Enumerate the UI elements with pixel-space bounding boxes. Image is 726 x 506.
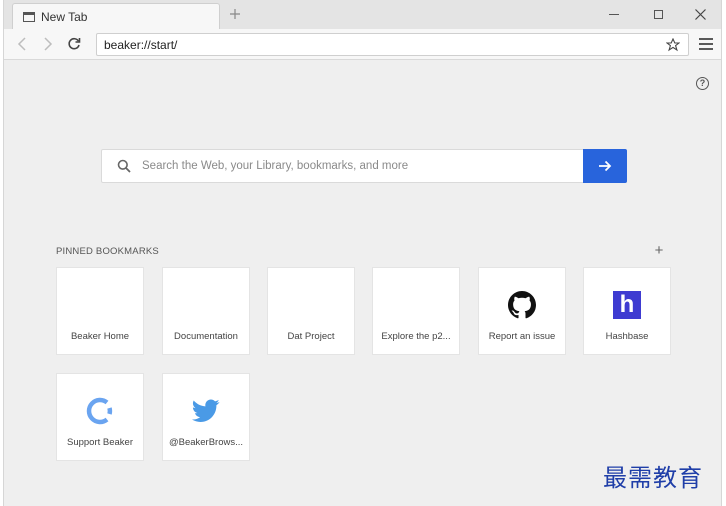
search-icon <box>106 149 142 183</box>
minimize-icon <box>609 13 619 15</box>
reload-icon <box>68 37 81 50</box>
reload-button[interactable] <box>63 33 85 55</box>
menu-button[interactable] <box>696 34 716 54</box>
maximize-icon <box>653 9 663 19</box>
pinned-bookmark-tile[interactable]: @BeakerBrows... <box>162 373 250 461</box>
add-pinned-bookmark-button[interactable]: + <box>652 242 666 259</box>
new-tab-button[interactable] <box>226 6 244 24</box>
chevron-right-icon <box>44 37 53 51</box>
pinned-bookmark-tile[interactable]: Report an issue <box>478 267 566 355</box>
hamburger-icon <box>699 38 713 50</box>
bookmark-button[interactable] <box>664 36 682 54</box>
star-icon <box>666 38 680 52</box>
bookmark-label: @BeakerBrows... <box>168 437 244 448</box>
hashbase-glyph: h <box>613 291 641 319</box>
arrow-right-icon <box>599 160 612 172</box>
pinned-bookmark-tile[interactable]: Explore the p2... <box>372 267 460 355</box>
start-search-bar <box>101 149 627 183</box>
close-button[interactable] <box>680 3 720 25</box>
close-icon <box>694 8 706 20</box>
minimize-button[interactable] <box>594 3 634 25</box>
search-submit-button[interactable] <box>583 149 627 183</box>
hashbase-icon: h <box>584 290 670 320</box>
bookmark-label: Dat Project <box>287 331 335 342</box>
github-icon <box>479 290 565 320</box>
bookmark-label: Explore the p2... <box>381 331 451 342</box>
back-button[interactable] <box>11 33 33 55</box>
browser-window: New Tab beaker://start/ ? Search the Web… <box>3 0 722 506</box>
pinned-bookmark-tile[interactable]: Beaker Home <box>56 267 144 355</box>
bookmark-label: Documentation <box>174 331 238 342</box>
bookmark-label: Hashbase <box>605 331 649 342</box>
pinned-bookmark-tile[interactable]: h Hashbase <box>583 267 671 355</box>
pinned-bookmarks-heading: PINNED BOOKMARKS <box>56 246 159 257</box>
tab-title: New Tab <box>41 9 88 24</box>
pinned-bookmark-tile[interactable]: Dat Project <box>267 267 355 355</box>
navigation-bar: beaker://start/ <box>4 29 721 60</box>
pinned-bookmark-tile[interactable]: Support Beaker <box>56 373 144 461</box>
watermark-text: 最需教育 <box>603 464 703 492</box>
pinned-bookmark-tile[interactable]: Documentation <box>162 267 250 355</box>
search-input[interactable] <box>142 160 572 172</box>
tab-strip: New Tab <box>4 0 721 29</box>
maximize-button[interactable] <box>638 3 678 25</box>
support-ring-icon <box>57 396 143 426</box>
bookmark-label: Support Beaker <box>66 437 133 448</box>
bookmark-label: Beaker Home <box>70 331 130 342</box>
url-text: beaker://start/ <box>104 37 178 52</box>
url-bar[interactable]: beaker://start/ <box>96 33 689 56</box>
chevron-left-icon <box>17 37 26 51</box>
window-icon <box>23 11 35 22</box>
twitter-icon <box>163 396 249 426</box>
help-button[interactable]: ? <box>696 77 709 90</box>
plus-icon <box>230 9 240 19</box>
bookmark-label: Report an issue <box>488 331 556 342</box>
forward-button[interactable] <box>37 33 59 55</box>
tab-new-tab[interactable]: New Tab <box>12 3 220 29</box>
